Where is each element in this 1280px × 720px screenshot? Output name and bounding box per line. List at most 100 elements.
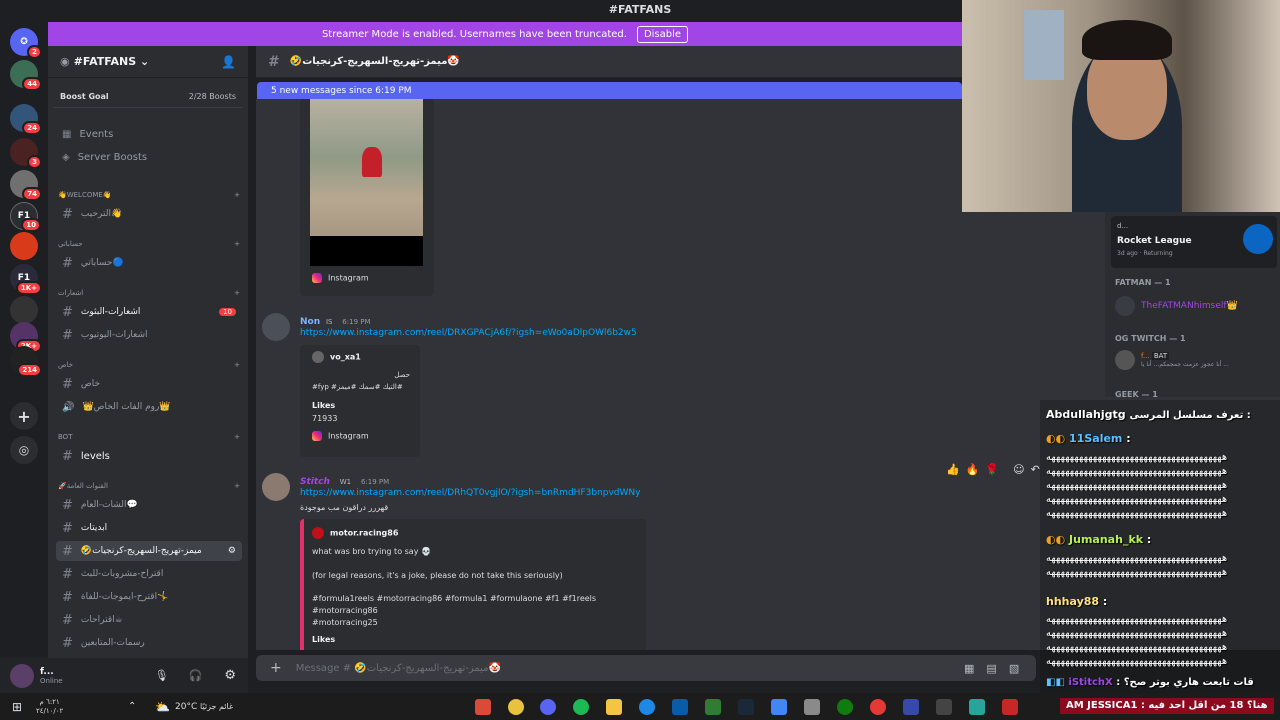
add-attachment-icon[interactable]: + <box>270 660 282 676</box>
add-channel-icon[interactable]: + <box>234 289 240 297</box>
app-icon[interactable] <box>1002 699 1018 715</box>
spotify-icon[interactable] <box>573 699 589 715</box>
channel-welcome[interactable]: # الترحيب👋 <box>56 204 242 224</box>
category-public[interactable]: 🚀القنوات العامة + <box>58 482 240 490</box>
channel-updates[interactable]: # ابديتات <box>56 518 242 538</box>
server-icon[interactable] <box>10 296 38 324</box>
channel-suggestions[interactable]: # اقتراحات☕ <box>56 610 242 630</box>
edge-icon[interactable] <box>639 699 655 715</box>
avatar <box>1115 296 1135 316</box>
category-bot[interactable]: BOT + <box>58 433 240 441</box>
instagram-embed[interactable]: motor.racing86 what was bro trying to sa… <box>300 519 646 650</box>
app-icon[interactable] <box>771 699 787 715</box>
channel-levels[interactable]: # levels <box>56 446 242 466</box>
activity-card[interactable]: d... Rocket League 3d ago · Returning <box>1111 216 1277 268</box>
server-icon[interactable]: 24 <box>10 104 42 135</box>
disable-streamer-button[interactable]: Disable <box>636 25 689 43</box>
chrome-icon[interactable] <box>508 699 524 715</box>
steam-icon[interactable] <box>738 699 754 715</box>
channel-suggest-emotes[interactable]: # اقترح-ايموجات-للفاة🤸 <box>56 587 242 607</box>
badge-icon: ◐◐ <box>1046 533 1066 546</box>
app-icon[interactable] <box>870 699 886 715</box>
chevron-up-icon[interactable]: ⌃ <box>128 701 136 712</box>
channel-alerts-streams[interactable]: # اشعارات-البثوث 10 <box>56 302 242 322</box>
add-server-icon[interactable]: + <box>10 402 38 430</box>
obs-icon[interactable] <box>475 699 491 715</box>
category-welcome[interactable]: 👋WELCOME👋 + <box>58 191 240 199</box>
avatar[interactable] <box>262 313 290 341</box>
message-link[interactable]: https://www.instagram.com/reel/DRXGPACjA… <box>300 328 637 338</box>
sticker-icon[interactable]: ▧ <box>1009 662 1019 675</box>
thumbs-up-icon[interactable]: 👍 <box>946 463 960 476</box>
server-boosts-item[interactable]: ◈ Server Boosts <box>56 147 242 167</box>
channel-suggest-drinks[interactable]: # اقتراح-مشروبات-للبث <box>56 564 242 584</box>
windows-icon[interactable]: ⊞ <box>12 700 22 714</box>
channel-header: # 🤣ميمز-تهريج-السهريج-كرنجيات🤡 <box>256 46 962 78</box>
category-private[interactable]: خاص + <box>58 361 240 369</box>
add-channel-icon[interactable]: + <box>234 191 240 199</box>
app-icon[interactable] <box>903 699 919 715</box>
message-header: Non IS 6:19 PM <box>300 317 371 327</box>
gear-icon[interactable]: ⚙ <box>224 668 236 683</box>
events-item[interactable]: ▦ Events <box>56 124 242 144</box>
avatar[interactable] <box>262 473 290 501</box>
voice-room[interactable]: 🔊 👑روم الفات الخاص👑 <box>56 397 242 417</box>
server-icon[interactable]: 214 <box>10 346 42 377</box>
fatfans-server-icon[interactable]: F1 10 <box>10 202 41 232</box>
add-channel-icon[interactable]: + <box>234 240 240 248</box>
server-icon[interactable]: 3 <box>10 138 42 169</box>
channel-accounts[interactable]: # حساباتي🔵 <box>56 253 242 273</box>
server-icon[interactable]: 44 <box>10 60 42 91</box>
category-accounts[interactable]: حساباتي + <box>58 240 240 248</box>
server-list: ✪2 44 24 3 74 F110 F11K+ 2K+ 214 + ◎ <box>0 20 48 693</box>
server-icon[interactable]: 74 <box>10 170 42 201</box>
app-icon[interactable] <box>705 699 721 715</box>
folder-icon[interactable] <box>606 699 622 715</box>
avatar <box>312 351 324 363</box>
video-thumbnail[interactable] <box>310 99 423 266</box>
channel-private[interactable]: # خاص <box>56 374 242 394</box>
invite-user-icon[interactable]: 👤 <box>221 55 236 69</box>
server-header[interactable]: ◉ #FATFANS ⌄ 👤 <box>48 46 248 78</box>
member-list: d... Rocket League 3d ago · Returning FA… <box>1105 212 1280 399</box>
app-icon[interactable] <box>804 699 820 715</box>
settings-icon[interactable] <box>936 699 952 715</box>
xbox-icon[interactable] <box>837 699 853 715</box>
add-channel-icon[interactable]: + <box>234 433 240 441</box>
rocket-league-icon <box>1243 224 1273 254</box>
instagram-embed[interactable]: Instagram <box>300 99 434 296</box>
channel-sidebar: ◉ #FATFANS ⌄ 👤 Boost Goal 2/28 Boosts ▦ Ev… <box>48 46 248 658</box>
add-channel-icon[interactable]: + <box>234 361 240 369</box>
message-input[interactable]: + Message # 🤣ميمز-تهريج-السهريج-كرنجيات🤡 <box>256 655 1036 681</box>
rose-icon[interactable]: 🌹 <box>985 463 999 476</box>
add-channel-icon[interactable]: + <box>234 482 240 490</box>
instagram-embed[interactable]: vo_xa1 حصل #fyp #التيك #سمك #ميمز# Likes… <box>300 345 420 457</box>
gift-icon[interactable]: ▦ <box>964 662 974 675</box>
message-link[interactable]: https://www.instagram.com/reel/DRhQT0vgj… <box>300 488 640 498</box>
clock[interactable]: ٦:٢١ م ٢٤/١٠/٠٢ <box>36 698 63 716</box>
discord-taskbar-icon[interactable] <box>540 699 556 715</box>
terminal-icon[interactable] <box>672 699 688 715</box>
channel-alerts-youtube[interactable]: # اشعارات-اليوتيوب <box>56 325 242 345</box>
gif-icon[interactable]: ▤ <box>986 662 996 675</box>
channel-general-chat[interactable]: # الشات-العام💬 <box>56 495 242 515</box>
member-item[interactable]: f... BAT أنا عجوز عزمت جمجمكم... أنا يا .… <box>1115 350 1229 370</box>
microphone-icon[interactable]: 🎙 <box>155 669 169 682</box>
avatar[interactable] <box>10 663 34 688</box>
headphones-icon[interactable]: 🎧 <box>189 669 203 682</box>
server-icon[interactable]: F1 1K+ <box>10 264 42 295</box>
category-alerts[interactable]: اشعارات + <box>58 289 240 297</box>
boost-goal[interactable]: Boost Goal 2/28 Boosts <box>54 86 242 108</box>
server-icon[interactable] <box>10 232 38 260</box>
app-icon[interactable] <box>969 699 985 715</box>
gear-icon[interactable]: ⚙ <box>228 546 236 556</box>
channel-drawings[interactable]: # رسمات-المتابعين <box>56 633 242 653</box>
reply-icon[interactable]: ↶ <box>1031 463 1040 476</box>
fire-icon[interactable]: 🔥 <box>966 463 980 476</box>
new-messages-bar[interactable]: 5 new messages since 6:19 PM <box>257 82 962 99</box>
discover-icon[interactable]: ◎ <box>10 436 38 464</box>
channel-memes-active[interactable]: # 🤣ميمز-تهريج-السهريج-كرنجيات ⚙ <box>56 541 242 561</box>
emoji-icon[interactable]: ☺ <box>1013 463 1024 476</box>
member-item[interactable]: TheFATMANhimself👑 <box>1115 296 1238 316</box>
home-discord-icon[interactable]: ✪ 2 <box>10 28 42 59</box>
